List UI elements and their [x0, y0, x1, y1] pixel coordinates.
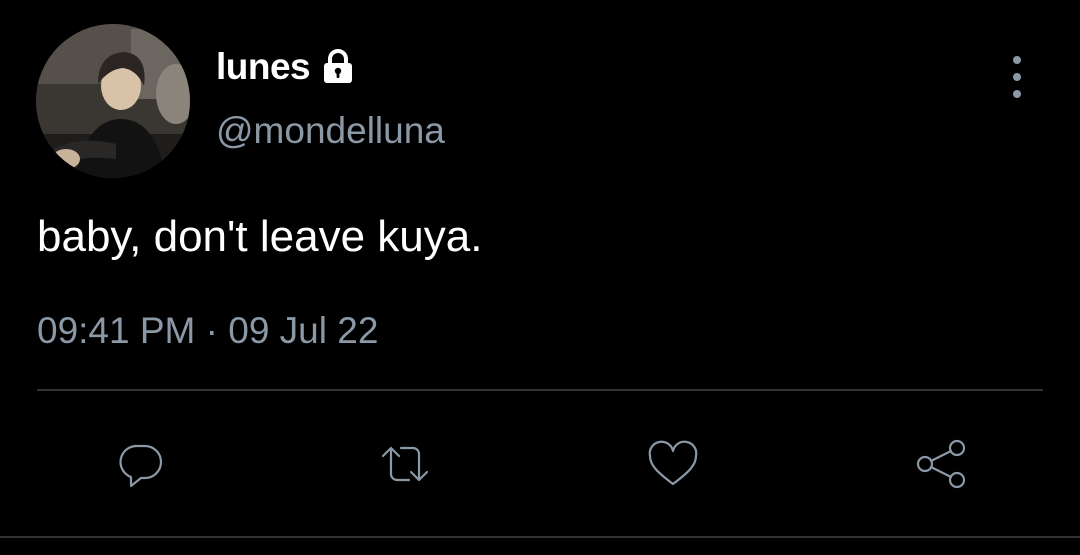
- tweet-text: baby, don't leave kuya.: [37, 212, 483, 261]
- author-handle[interactable]: @mondelluna: [216, 110, 445, 152]
- more-options-button[interactable]: [997, 52, 1037, 102]
- share-icon: [916, 439, 966, 489]
- retweet-icon: [381, 446, 429, 482]
- more-icon-dot: [1013, 56, 1021, 64]
- bottom-divider: [0, 536, 1080, 538]
- avatar-image: [36, 24, 190, 178]
- retweet-button[interactable]: [373, 432, 437, 496]
- tweet: lunes @mondelluna baby, don't leave kuya…: [0, 0, 1080, 555]
- reply-button[interactable]: [109, 432, 173, 496]
- heart-icon: [648, 440, 698, 486]
- author-name-row[interactable]: lunes: [216, 42, 358, 92]
- tweet-timestamp[interactable]: 09:41 PM · 09 Jul 22: [37, 310, 378, 352]
- author-display-name[interactable]: lunes: [216, 46, 311, 88]
- like-button[interactable]: [641, 432, 705, 496]
- share-button[interactable]: [909, 432, 973, 496]
- avatar[interactable]: [36, 24, 190, 178]
- more-icon-dot: [1013, 90, 1021, 98]
- divider: [37, 389, 1043, 391]
- more-icon-dot: [1013, 73, 1021, 81]
- reply-icon: [119, 444, 163, 488]
- lock-icon: [318, 47, 358, 87]
